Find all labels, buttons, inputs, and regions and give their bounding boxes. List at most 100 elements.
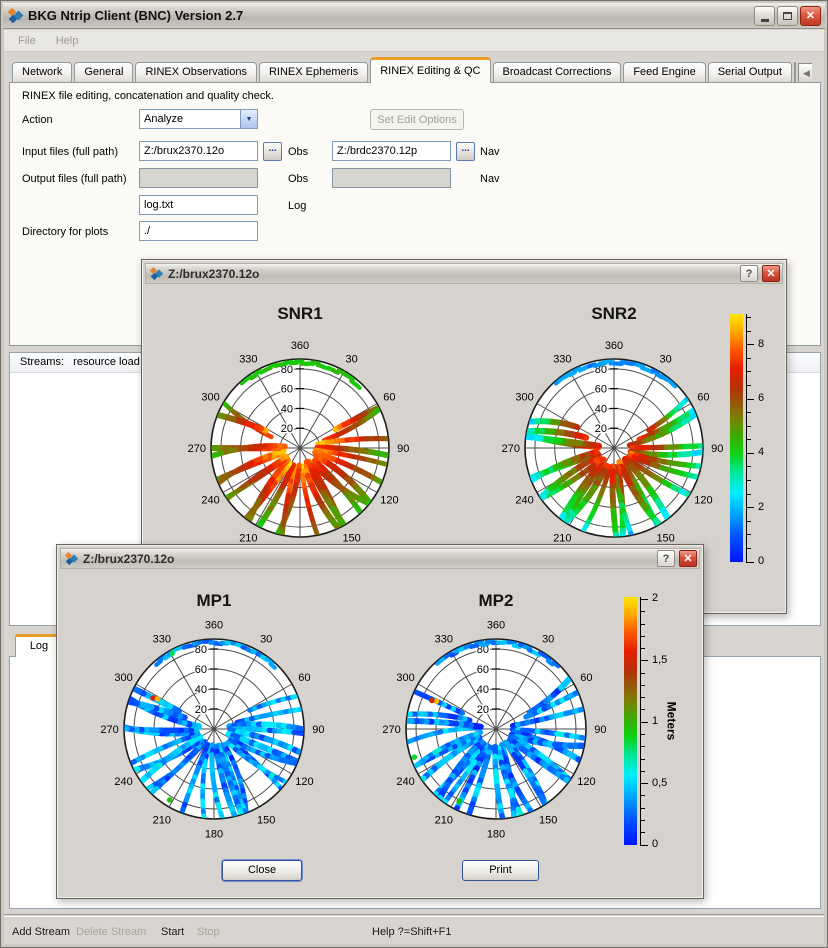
action-combobox[interactable]: Analyze ▼ (139, 109, 258, 129)
colorbar-tick-label: 4 (758, 446, 764, 458)
svg-text:20: 20 (195, 704, 207, 716)
plots-dir-label: Directory for plots (22, 226, 108, 238)
tab-rinex-observations[interactable]: RINEX Observations (135, 62, 256, 83)
colorbar-minor-tick (746, 358, 751, 359)
colorbar-minor-tick (640, 624, 645, 625)
svg-text:150: 150 (257, 814, 275, 826)
colorbar-minor-tick (640, 709, 645, 710)
combo-dropdown-button[interactable]: ▼ (240, 110, 257, 128)
action-value: Analyze (140, 113, 240, 125)
browse-obs-button[interactable]: ... (263, 142, 282, 161)
obs-label: Obs (288, 146, 308, 158)
colorbar-minor-tick (640, 820, 645, 821)
colorbar-major-tick (746, 399, 754, 400)
colorbar-tick-label: 6 (758, 392, 764, 404)
svg-text:240: 240 (114, 776, 132, 788)
colorbar-minor-tick (640, 808, 645, 809)
snr-colorbar: 8 6 4 2 0 (730, 314, 808, 574)
colorbar-major-tick (640, 599, 648, 600)
colorbar-tick-label: 0 (758, 555, 764, 567)
svg-text:90: 90 (594, 724, 606, 736)
colorbar-minor-tick (746, 480, 751, 481)
print-button[interactable]: Print (462, 860, 539, 881)
tab-serial-output[interactable]: Serial Output (708, 62, 792, 83)
help-button[interactable]: ? (657, 550, 675, 567)
maximize-icon (783, 12, 792, 20)
browse-nav-button[interactable]: ... (456, 142, 475, 161)
svg-text:60: 60 (195, 664, 207, 676)
svg-text:360: 360 (487, 620, 505, 632)
colorbar-gradient (730, 314, 743, 562)
colorbar-minor-tick (746, 331, 751, 332)
minimize-button[interactable] (754, 6, 775, 26)
colorbar-tick-label: 2 (758, 501, 764, 513)
close-icon[interactable]: ✕ (762, 265, 780, 282)
svg-text:360: 360 (605, 340, 623, 352)
svg-text:120: 120 (694, 495, 712, 507)
svg-text:30: 30 (260, 634, 272, 646)
svg-text:120: 120 (380, 495, 398, 507)
svg-text:240: 240 (201, 495, 219, 507)
plots-dir-field[interactable]: ./ (139, 221, 258, 241)
colorbar-major-tick (640, 845, 648, 846)
colorbar-minor-tick (640, 648, 645, 649)
close-plot-button[interactable]: Close (222, 860, 302, 881)
colorbar-tick-label: 8 (758, 338, 764, 350)
maximize-button[interactable] (777, 6, 798, 26)
menu-help[interactable]: Help (48, 33, 87, 49)
colorbar-minor-tick (746, 385, 751, 386)
svg-text:150: 150 (342, 532, 360, 544)
nav-label: Nav (480, 146, 500, 158)
svg-text:40: 40 (477, 684, 489, 696)
mp-window-titlebar[interactable]: Z:/brux2370.12o ? ✕ (60, 548, 700, 569)
close-button[interactable]: ✕ (800, 6, 821, 26)
svg-text:360: 360 (291, 340, 309, 352)
svg-text:270: 270 (100, 724, 118, 736)
tab-feed-engine[interactable]: Feed Engine (623, 62, 705, 83)
svg-text:90: 90 (312, 724, 324, 736)
svg-text:210: 210 (153, 814, 171, 826)
tab-scroll-left-button[interactable]: ◀ (798, 63, 812, 83)
colorbar-major-tick (746, 453, 754, 454)
mp-plot-window: Z:/brux2370.12o ? ✕ MP1 MP2 204060803603… (56, 544, 704, 899)
menu-bar: File Help (4, 30, 824, 52)
colorbar-axis-label: Meters (658, 597, 684, 845)
svg-text:360: 360 (205, 620, 223, 632)
colorbar-minor-tick (640, 697, 645, 698)
tab-broadcast-corrections[interactable]: Broadcast Corrections (493, 62, 622, 83)
add-stream-button[interactable]: Add Stream (12, 926, 70, 938)
svg-text:120: 120 (577, 776, 595, 788)
colorbar-minor-tick (746, 534, 751, 535)
mp-skyplots: 2040608036030609012015018021024027030033… (61, 571, 699, 856)
tab-rinex-editing-qc[interactable]: RINEX Editing & QC (370, 57, 490, 83)
svg-text:240: 240 (515, 495, 533, 507)
svg-text:60: 60 (281, 384, 293, 396)
start-button[interactable]: Start (161, 926, 184, 938)
svg-text:270: 270 (502, 443, 520, 455)
menu-file[interactable]: File (10, 33, 44, 49)
colorbar-major-tick (640, 722, 648, 723)
tab-partial[interactable] (794, 62, 796, 83)
nav-label-2: Nav (480, 173, 500, 185)
colorbar-minor-tick (640, 734, 645, 735)
logfile-field[interactable]: log.txt (139, 195, 258, 215)
input-nav-field[interactable]: Z:/brdc2370.12p (332, 141, 451, 161)
tab-general[interactable]: General (74, 62, 133, 83)
input-obs-field[interactable]: Z:/brux2370.12o (139, 141, 258, 161)
tab-network[interactable]: Network (12, 62, 72, 83)
svg-text:40: 40 (595, 403, 607, 415)
title-bar[interactable]: BKG Ntrip Client (BNC) Version 2.7 ✕ (3, 3, 825, 29)
colorbar-major-tick (640, 660, 648, 661)
close-icon[interactable]: ✕ (679, 550, 697, 567)
svg-text:40: 40 (281, 403, 293, 415)
svg-text:20: 20 (477, 704, 489, 716)
snr-window-titlebar[interactable]: Z:/brux2370.12o ? ✕ (145, 263, 783, 284)
svg-text:60: 60 (298, 672, 310, 684)
help-button[interactable]: ? (740, 265, 758, 282)
colorbar-minor-tick (640, 832, 645, 833)
colorbar-minor-tick (640, 759, 645, 760)
colorbar-minor-tick (640, 673, 645, 674)
tab-rinex-ephemeris[interactable]: RINEX Ephemeris (259, 62, 368, 83)
svg-text:330: 330 (435, 634, 453, 646)
tab-bar: Network General RINEX Observations RINEX… (12, 57, 812, 83)
